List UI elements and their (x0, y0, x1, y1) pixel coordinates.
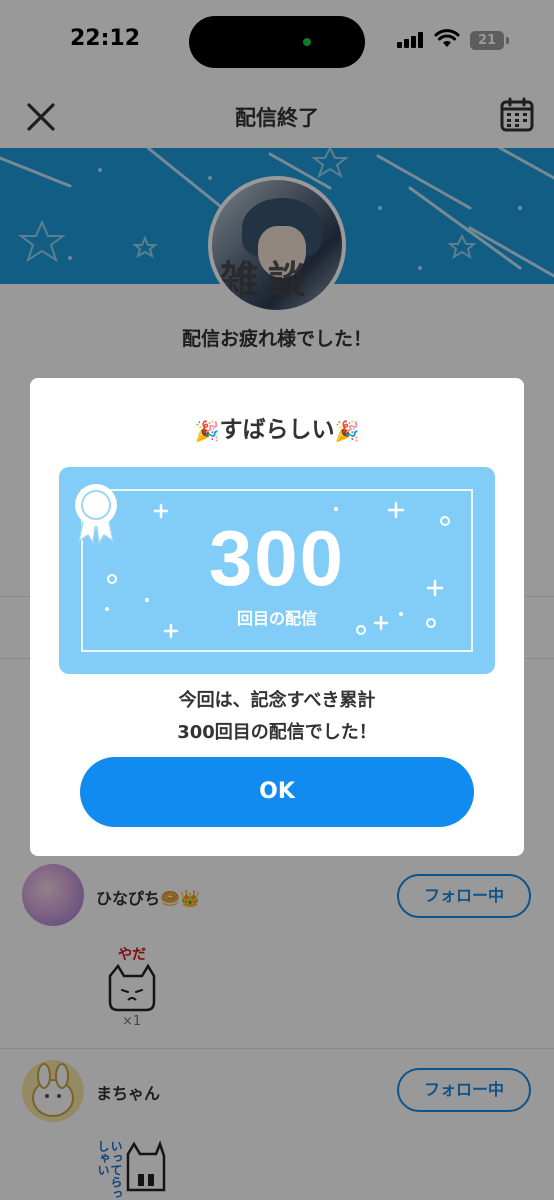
dialog-message-line2: 300回目の配信でした！ (177, 722, 377, 743)
party-popper-icon: 🎉 (194, 418, 220, 443)
dialog-message-line1: 今回は、記念すべき累計 (178, 690, 376, 711)
ok-button[interactable]: OK (80, 757, 474, 827)
dialog-title: 🎉すばらしい🎉 (194, 417, 360, 443)
milestone-dialog: 🎉すばらしい🎉 300 回目の配信 今回は、記念すべき累計 300回目の配信でし… (30, 378, 524, 856)
milestone-subtitle: 回目の配信 (236, 609, 317, 628)
milestone-number: 300 (208, 514, 346, 602)
milestone-card: 300 回目の配信 (59, 467, 495, 674)
party-popper-icon: 🎉 (334, 418, 360, 443)
